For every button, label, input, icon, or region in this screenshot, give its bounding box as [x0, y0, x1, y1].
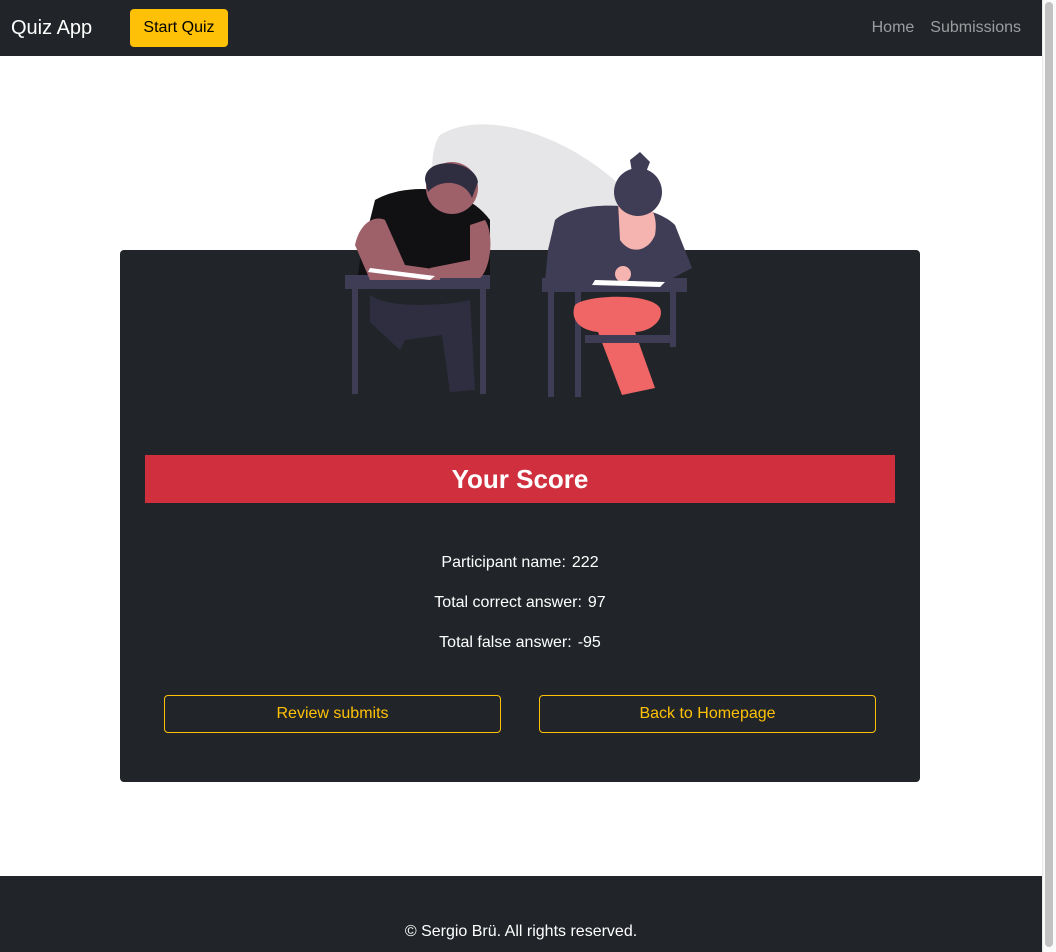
footer-copyright: © Sergio Brü. All rights reserved.: [404, 923, 638, 940]
correct-value: 97: [587, 594, 606, 611]
false-value: -95: [577, 634, 601, 651]
review-submits-button[interactable]: Review submits: [164, 695, 501, 733]
footer: © Sergio Brü. All rights reserved.: [0, 876, 1042, 952]
participant-value: 222: [571, 554, 599, 571]
nav-link-submissions[interactable]: Submissions: [930, 19, 1021, 37]
students-taking-exam-illustration: [345, 124, 692, 397]
false-row: Total false answer: -95: [120, 634, 920, 652]
page: Quiz App Start Quiz Home Submissions You…: [0, 0, 1042, 952]
back-to-homepage-button[interactable]: Back to Homepage: [539, 695, 876, 733]
start-quiz-button[interactable]: Start Quiz: [130, 9, 228, 47]
correct-row: Total correct answer: 97: [120, 594, 920, 612]
brand-link[interactable]: Quiz App: [11, 0, 92, 56]
nav-link-home[interactable]: Home: [872, 19, 915, 37]
vertical-scrollbar[interactable]: [1042, 0, 1056, 952]
participant-label: Participant name:: [441, 554, 566, 571]
false-label: Total false answer:: [439, 634, 572, 651]
nav-links: Home Submissions: [872, 0, 1021, 56]
navbar: Quiz App Start Quiz Home Submissions: [0, 0, 1042, 56]
scrollbar-thumb[interactable]: [1045, 2, 1053, 947]
score-title: Your Score: [145, 455, 895, 503]
participant-row: Participant name: 222: [120, 554, 920, 572]
correct-label: Total correct answer:: [434, 594, 582, 611]
